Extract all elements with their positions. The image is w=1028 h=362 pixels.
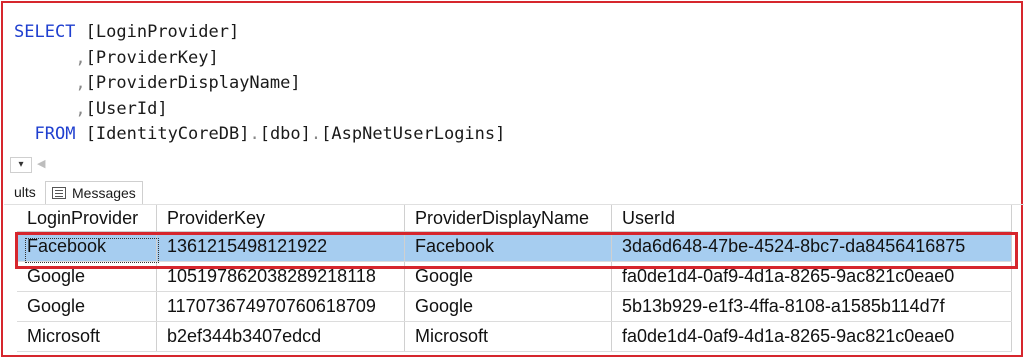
table-cell[interactable]: 3da6d648-47be-4524-8bc7-da8456416875 (611, 231, 1012, 262)
column-header[interactable]: ProviderDisplayName (404, 205, 612, 232)
column-header[interactable]: LoginProvider (17, 205, 157, 232)
column-userid: [UserId] (85, 98, 168, 119)
column-header[interactable]: UserId (611, 205, 1012, 232)
column-header[interactable]: ProviderKey (156, 205, 405, 232)
table-cell[interactable]: Google (404, 261, 612, 292)
messages-icon (52, 187, 66, 199)
table-cell[interactable]: 117073674970760618709 (156, 291, 405, 322)
column-providerkey: [ProviderKey] (85, 47, 219, 68)
scroll-left-icon[interactable]: ◀ (37, 157, 45, 170)
result-tabs: ults Messages (4, 180, 1024, 205)
sql-editor[interactable]: SELECT [LoginProvider] ,[ProviderKey] ,[… (14, 20, 505, 148)
column-loginprovider: [LoginProvider] (85, 22, 240, 42)
table-cell[interactable]: Microsoft (17, 321, 157, 352)
table-cell[interactable]: 105197862038289218118 (156, 261, 405, 292)
table-cell[interactable]: Facebook (17, 231, 157, 262)
table-row[interactable]: Google 117073674970760618709 Google 5b13… (17, 291, 1012, 322)
select-keyword: SELECT (14, 22, 76, 42)
table-cell[interactable]: Google (17, 291, 157, 322)
table-cell[interactable]: Google (17, 261, 157, 292)
schema-name: [dbo] (259, 124, 311, 144)
table-row[interactable]: Microsoft b2ef344b3407edcd Microsoft fa0… (17, 321, 1012, 352)
database-name: [IdentityCoreDB] (85, 124, 250, 144)
column-providerdisplayname: [ProviderDisplayName] (85, 73, 301, 93)
table-cell[interactable]: 5b13b929-e1f3-4ffa-8108-a1585b114d7f (611, 291, 1012, 322)
results-grid[interactable]: LoginProvider ProviderKey ProviderDispla… (17, 205, 1012, 352)
table-row[interactable]: Facebook 1361215498121922 Facebook 3da6d… (17, 231, 1012, 262)
table-cell[interactable]: fa0de1d4-0af9-4d1a-8265-9ac821c0eae0 (611, 321, 1012, 352)
tab-messages[interactable]: Messages (45, 181, 143, 204)
table-cell[interactable]: Facebook (404, 231, 612, 262)
zoom-dropdown-icon[interactable]: ▾ (10, 157, 32, 173)
header-row: LoginProvider ProviderKey ProviderDispla… (17, 205, 1012, 232)
tab-messages-label: Messages (72, 185, 136, 201)
table-name: [AspNetUserLogins] (321, 124, 506, 144)
table-row[interactable]: Google 105197862038289218118 Google fa0d… (17, 261, 1012, 292)
table-cell[interactable]: Google (404, 291, 612, 322)
tab-results[interactable]: ults (14, 184, 36, 200)
table-cell[interactable]: fa0de1d4-0af9-4d1a-8265-9ac821c0eae0 (611, 261, 1012, 292)
from-keyword: FROM (34, 124, 76, 144)
table-cell[interactable]: b2ef344b3407edcd (156, 321, 405, 352)
table-cell[interactable]: Microsoft (404, 321, 612, 352)
table-cell[interactable]: 1361215498121922 (156, 231, 405, 262)
